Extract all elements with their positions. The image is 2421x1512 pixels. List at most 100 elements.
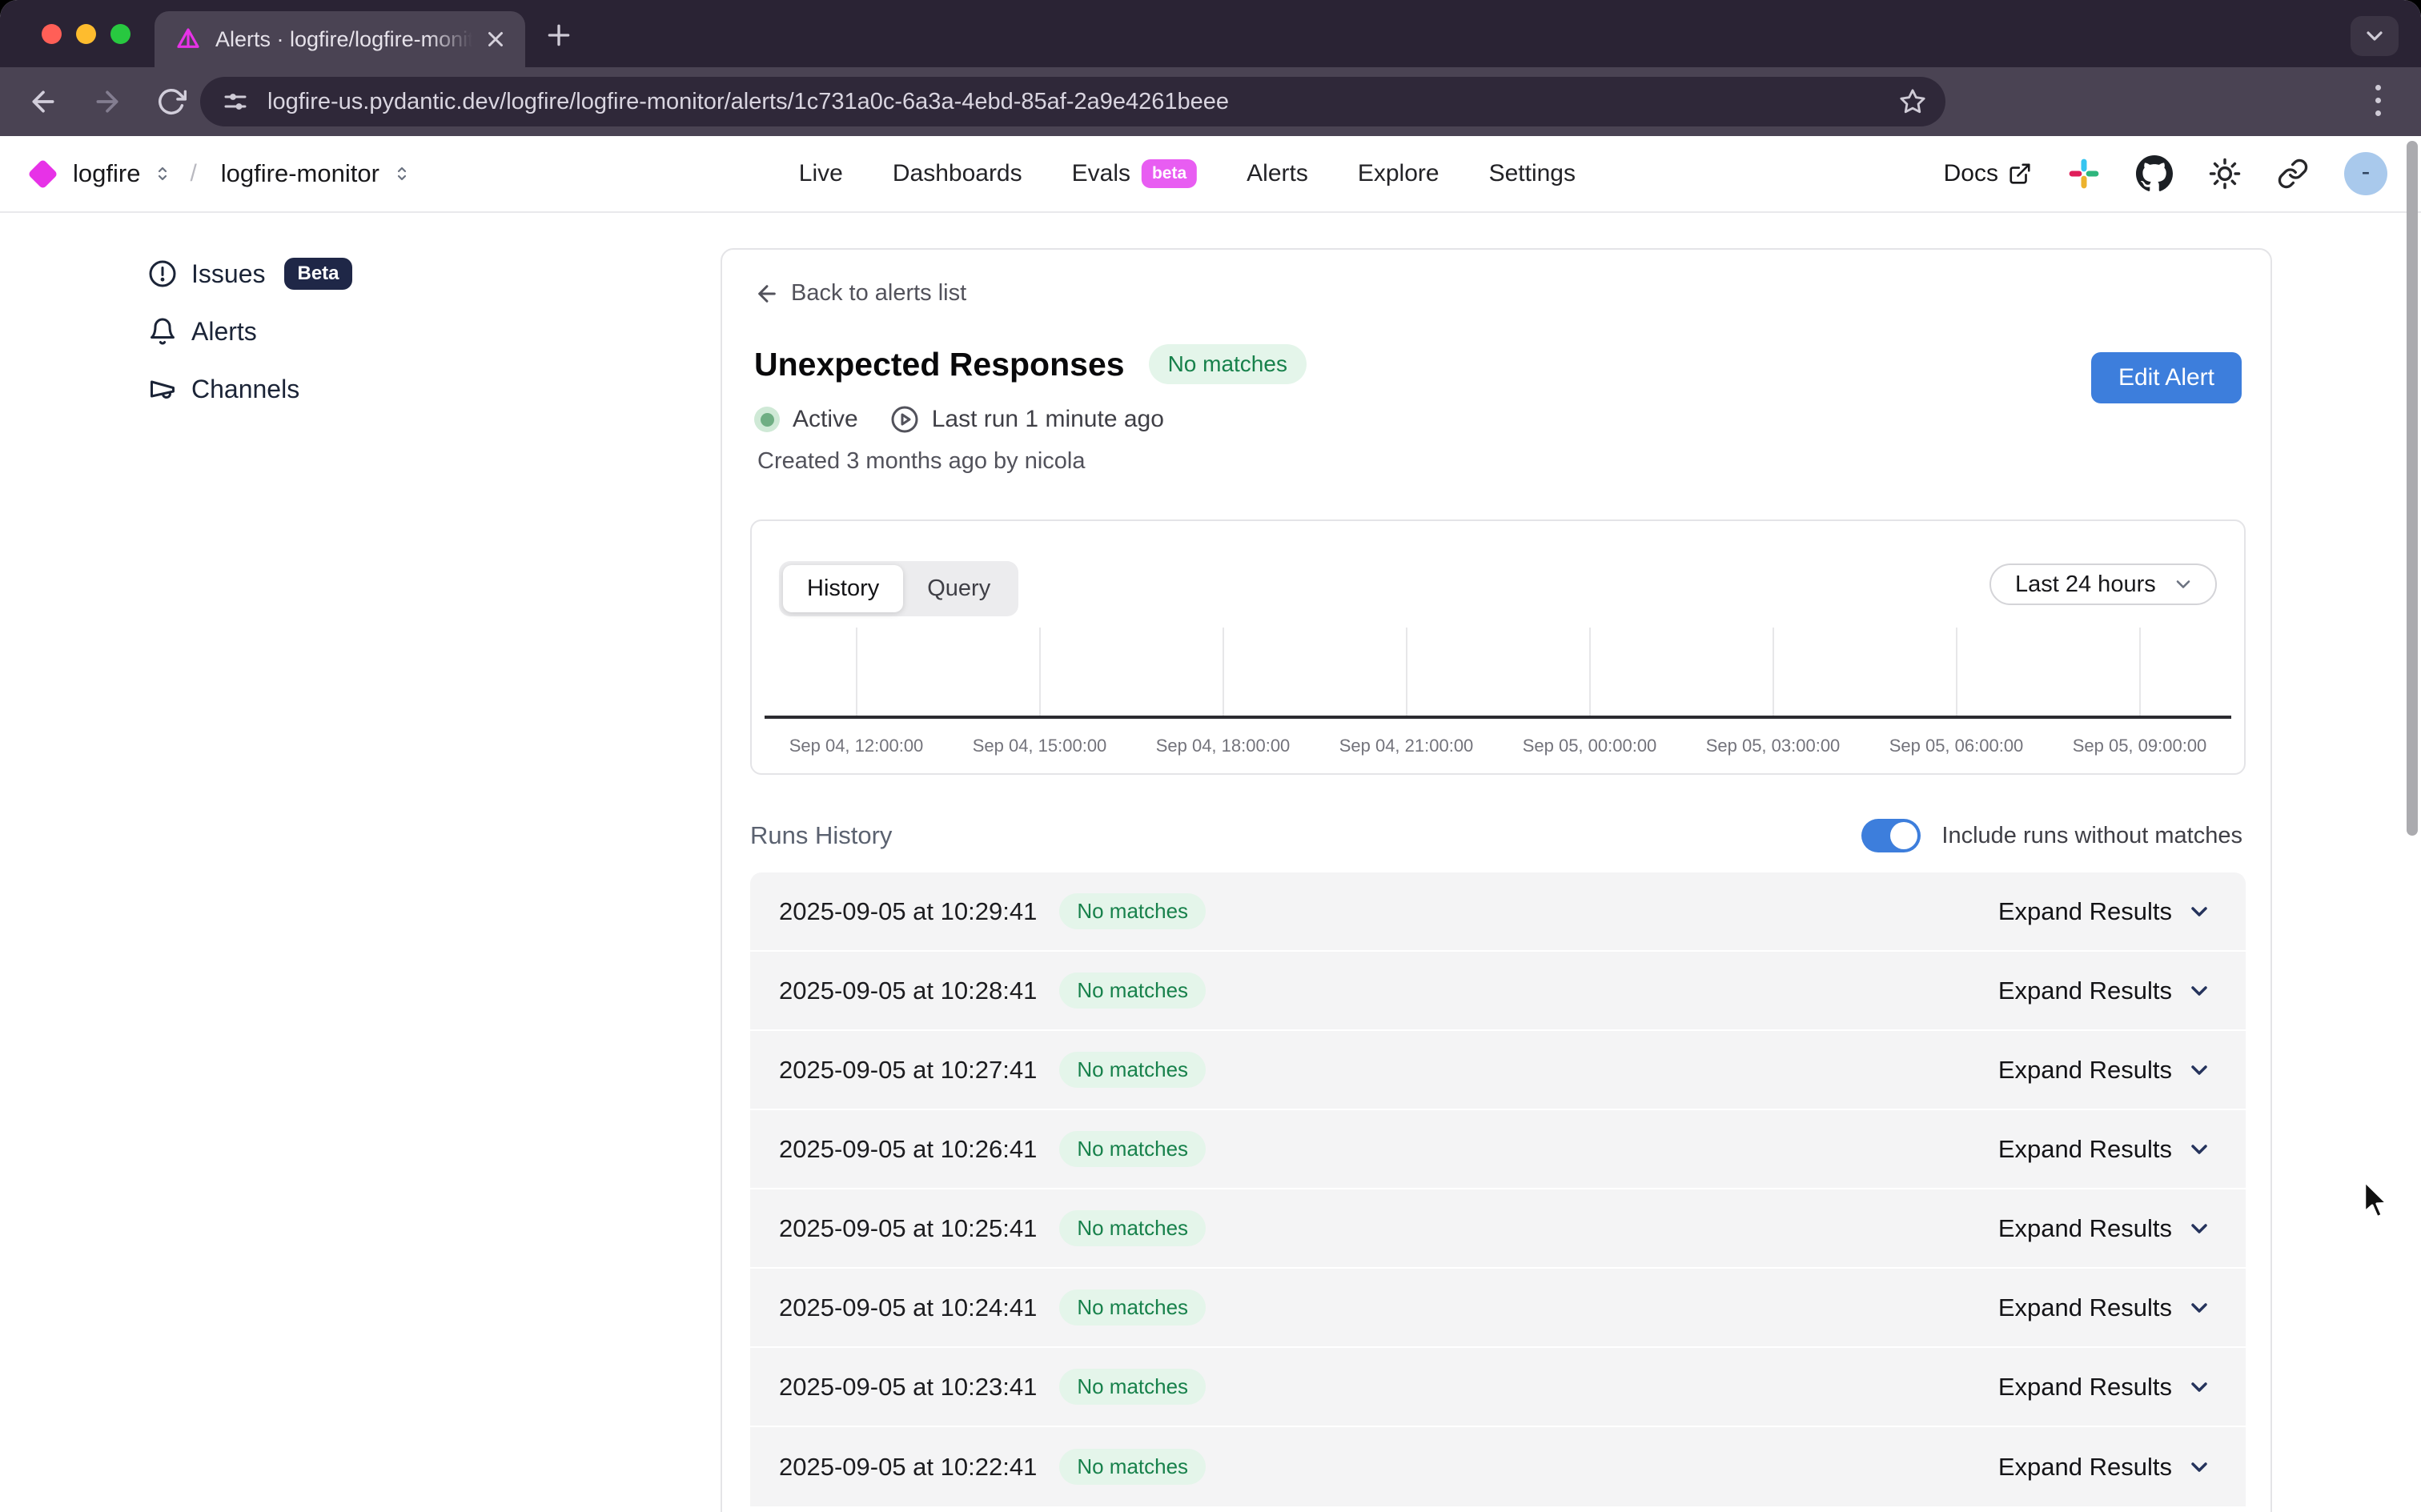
nav-item-alerts[interactable]: Alerts [1247, 160, 1308, 187]
github-icon[interactable] [2136, 155, 2173, 192]
forward-button[interactable] [86, 81, 128, 122]
theme-sun-icon[interactable] [2208, 157, 2242, 191]
run-row: 2025-09-05 at 10:27:41 No matches Expand… [750, 1031, 2246, 1110]
url-bar[interactable]: logfire-us.pydantic.dev/logfire/logfire-… [200, 77, 1945, 126]
x-tick: Sep 05, 00:00:00 [1498, 736, 1681, 756]
x-tick: Sep 04, 18:00:00 [1131, 736, 1315, 756]
created-by-text: Created 3 months ago by nicola [757, 448, 1085, 475]
expand-results-label: Expand Results [1998, 1056, 2172, 1085]
nav-item-dashboards[interactable]: Dashboards [893, 160, 1022, 187]
chevron-down-icon [2186, 1137, 2212, 1162]
sidebar-item-issues[interactable]: Issues Beta [148, 252, 352, 295]
slack-icon[interactable] [2067, 157, 2101, 191]
expand-results-button[interactable]: Expand Results [1998, 1056, 2212, 1085]
browser-toolbar: logfire-us.pydantic.dev/logfire/logfire-… [0, 67, 2421, 136]
page-scrollbar[interactable] [2407, 141, 2418, 836]
run-badge: No matches [1059, 1052, 1206, 1088]
active-label: Active [793, 406, 858, 433]
nav-item-settings[interactable]: Settings [1489, 160, 1576, 187]
chevron-down-icon [2186, 1374, 2212, 1400]
tab-history[interactable]: History [783, 565, 903, 612]
include-runs-toggle[interactable] [1861, 819, 1921, 852]
breadcrumb: logfire / logfire-monitor [32, 136, 412, 211]
expand-results-button[interactable]: Expand Results [1998, 977, 2212, 1005]
expand-results-button[interactable]: Expand Results [1998, 897, 2212, 926]
run-timestamp: 2025-09-05 at 10:26:41 [779, 1135, 1037, 1164]
run-timestamp: 2025-09-05 at 10:27:41 [779, 1056, 1037, 1085]
run-badge: No matches [1059, 1131, 1206, 1167]
expand-results-button[interactable]: Expand Results [1998, 1293, 2212, 1322]
minimize-window-button[interactable] [76, 24, 96, 44]
active-status: Active [754, 406, 858, 433]
include-runs-toggle-label: Include runs without matches [1941, 823, 2242, 849]
back-to-alerts-link[interactable]: Back to alerts list [754, 280, 966, 307]
run-badge: No matches [1059, 1369, 1206, 1405]
x-tick: Sep 05, 03:00:00 [1681, 736, 1865, 756]
sidebar-item-channels[interactable]: Channels [148, 367, 352, 411]
runs-header: Runs History Include runs without matche… [750, 810, 2242, 861]
tab-query[interactable]: Query [903, 565, 1014, 612]
browser-tab[interactable]: Alerts · logfire/logfire-monitor [155, 11, 525, 67]
sidebar-item-alerts[interactable]: Alerts [148, 310, 352, 353]
tab-search-button[interactable] [2351, 16, 2399, 56]
back-button[interactable] [22, 81, 64, 122]
expand-results-button[interactable]: Expand Results [1998, 1214, 2212, 1243]
chart-x-axis-labels: Sep 04, 12:00:00 Sep 04, 15:00:00 Sep 04… [765, 736, 2231, 756]
nav-item-evals[interactable]: Evals beta [1072, 159, 1198, 188]
project-selector[interactable]: logfire-monitor [221, 159, 379, 188]
chevrons-up-down-icon[interactable] [153, 164, 172, 183]
expand-results-button[interactable]: Expand Results [1998, 1373, 2212, 1402]
megaphone-icon [148, 375, 177, 403]
docs-label: Docs [1944, 160, 1998, 187]
run-row: 2025-09-05 at 10:28:41 No matches Expand… [750, 952, 2246, 1031]
sidebar: Issues Beta Alerts Channels [148, 252, 352, 411]
time-range-select[interactable]: Last 24 hours [1989, 563, 2217, 605]
close-window-button[interactable] [42, 24, 62, 44]
history-chart-card: History Query Last 24 hours Sep 04, 12:0… [750, 519, 2246, 775]
chevron-down-icon [2186, 978, 2212, 1004]
active-dot-icon [754, 407, 780, 432]
run-timestamp: 2025-09-05 at 10:22:41 [779, 1453, 1037, 1482]
sidebar-item-label: Alerts [191, 317, 257, 347]
reload-button[interactable] [151, 81, 192, 122]
page-title: Unexpected Responses [754, 346, 1125, 383]
share-link-icon[interactable] [2277, 158, 2309, 190]
run-timestamp: 2025-09-05 at 10:28:41 [779, 977, 1037, 1005]
site-settings-icon[interactable] [221, 87, 250, 116]
favicon-logfire-icon [175, 26, 201, 52]
nav-right: Docs - [1944, 136, 2387, 211]
nav-item-explore[interactable]: Explore [1358, 160, 1439, 187]
alert-detail-card: Back to alerts list Unexpected Responses… [721, 248, 2272, 1512]
run-badge: No matches [1059, 893, 1206, 929]
nav-item-live[interactable]: Live [799, 160, 843, 187]
chevron-down-icon [2172, 573, 2194, 596]
alert-title-row: Unexpected Responses No matches [754, 344, 1307, 384]
url-text[interactable]: logfire-us.pydantic.dev/logfire/logfire-… [267, 89, 1899, 115]
user-avatar[interactable]: - [2344, 152, 2387, 195]
new-tab-button[interactable] [543, 19, 575, 51]
tab-close-icon[interactable] [484, 27, 508, 51]
run-row: 2025-09-05 at 10:25:41 No matches Expand… [750, 1189, 2246, 1269]
browser-menu-icon[interactable] [2362, 85, 2394, 116]
external-link-icon [2008, 162, 2032, 186]
zoom-window-button[interactable] [110, 24, 130, 44]
org-selector[interactable]: logfire [73, 159, 140, 188]
expand-results-label: Expand Results [1998, 1293, 2172, 1322]
chevrons-up-down-icon[interactable] [392, 164, 412, 183]
run-row: 2025-09-05 at 10:23:41 No matches Expand… [750, 1348, 2246, 1427]
include-runs-toggle-group: Include runs without matches [1861, 819, 2242, 852]
bookmark-star-icon[interactable] [1899, 88, 1926, 115]
tab-strip: Alerts · logfire/logfire-monitor [0, 0, 2421, 67]
tab-title-wrap: Alerts · logfire/logfire-monitor [215, 25, 484, 54]
browser-chrome: Alerts · logfire/logfire-monitor [0, 0, 2421, 136]
run-timestamp: 2025-09-05 at 10:24:41 [779, 1293, 1037, 1322]
edit-alert-button[interactable]: Edit Alert [2091, 352, 2242, 403]
last-run-label: Last run 1 minute ago [932, 406, 1164, 433]
docs-link[interactable]: Docs [1944, 160, 2032, 187]
expand-results-button[interactable]: Expand Results [1998, 1135, 2212, 1164]
expand-results-button[interactable]: Expand Results [1998, 1453, 2212, 1482]
chevron-down-icon [2186, 1295, 2212, 1321]
run-badge: No matches [1059, 973, 1206, 1009]
expand-results-label: Expand Results [1998, 1453, 2172, 1482]
run-badge: No matches [1059, 1210, 1206, 1246]
